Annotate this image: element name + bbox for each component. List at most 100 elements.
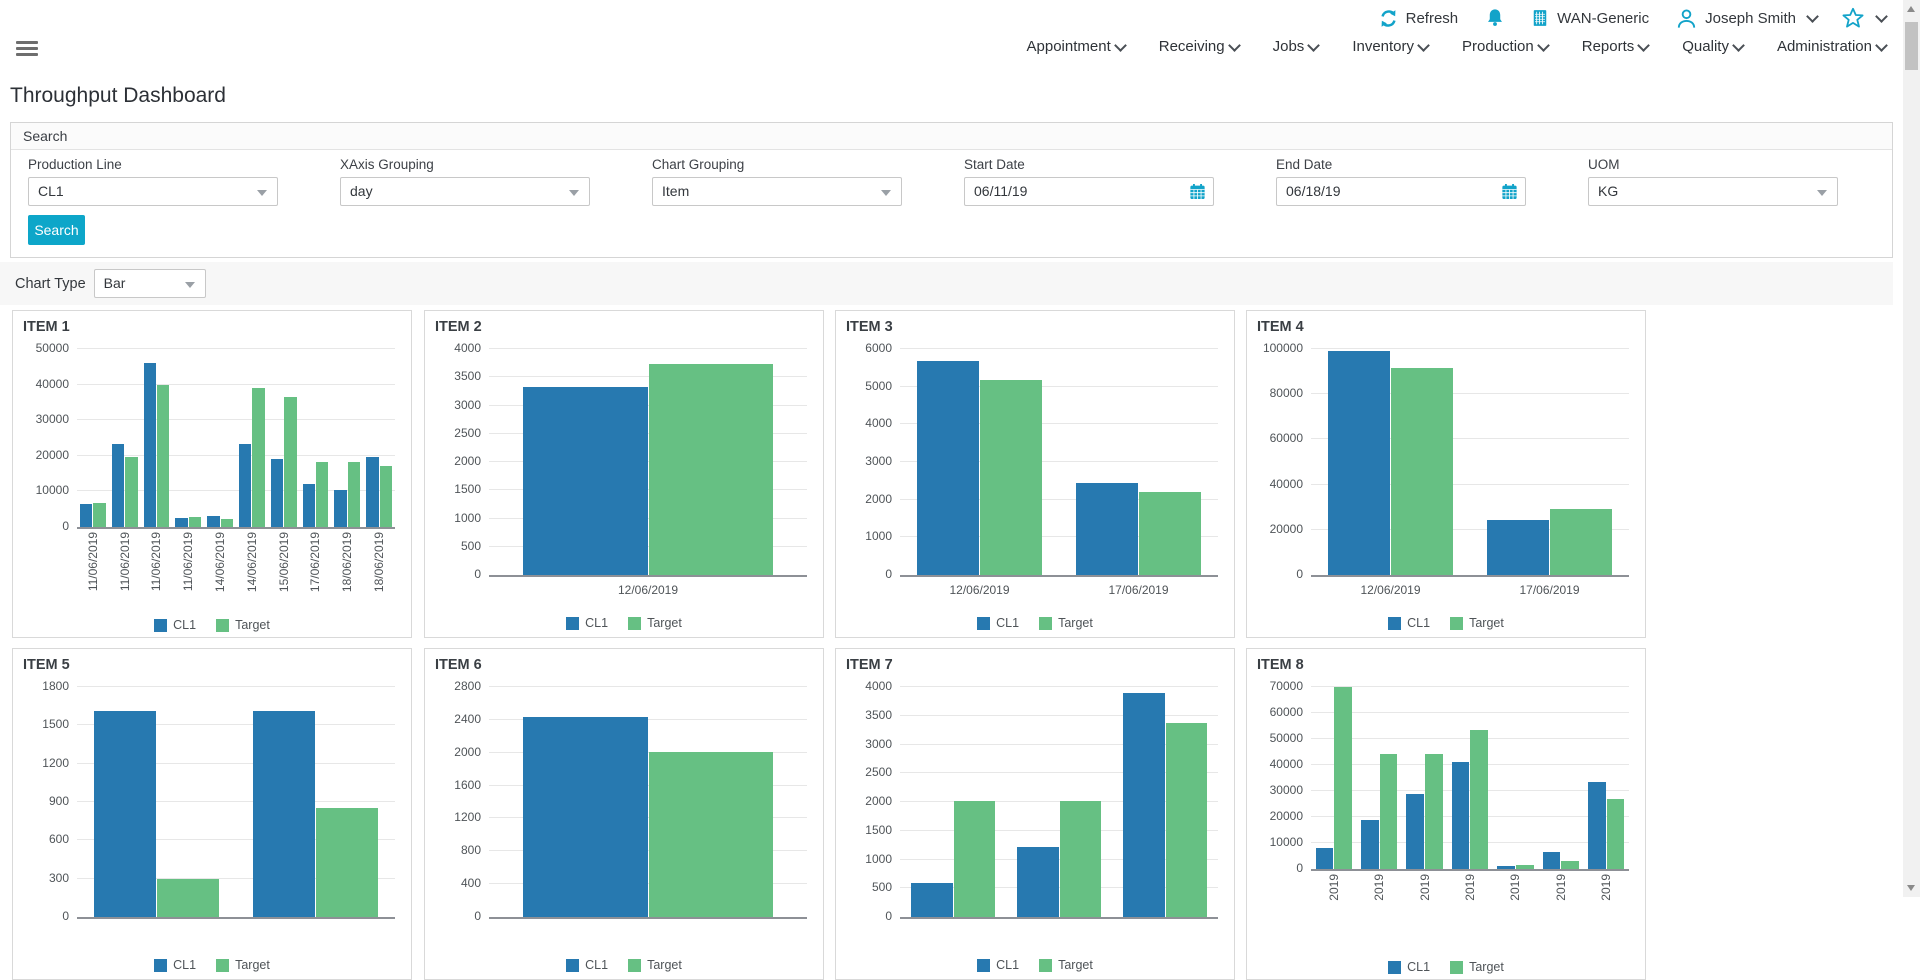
tenant-selector[interactable]: WAN-Generic [1530,8,1649,28]
bar-cl1[interactable] [1017,846,1059,917]
nav-jobs[interactable]: Jobs [1273,38,1321,55]
notifications-button[interactable] [1484,7,1506,29]
legend-item-cl1[interactable]: CL1 [154,618,196,632]
end-date-input[interactable]: 06/18/19 [1276,177,1526,206]
bar-target[interactable] [1139,492,1201,575]
bar-cl1[interactable] [238,443,252,527]
nav-appointment[interactable]: Appointment [1027,38,1127,55]
bar-target[interactable] [953,800,995,917]
bar-target[interactable] [1379,753,1398,869]
legend-item-cl1[interactable]: CL1 [977,616,1019,630]
bar-cl1[interactable] [1123,693,1165,917]
scrollbar-thumb[interactable] [1905,22,1918,70]
bar-cl1[interactable] [207,515,220,527]
calendar-icon[interactable] [1500,182,1519,201]
bar-target[interactable] [188,516,202,527]
legend-item-target[interactable]: Target [628,616,682,630]
bar-target[interactable] [284,396,297,527]
legend-item-target[interactable]: Target [1450,616,1504,630]
legend-item-target[interactable]: Target [1039,958,1093,972]
nav-receiving[interactable]: Receiving [1159,38,1241,55]
bar-target[interactable] [1561,861,1580,869]
bar-target[interactable] [1606,798,1625,869]
bar-cl1[interactable] [366,456,379,527]
production-line-select[interactable]: CL1 [28,177,278,206]
bar-cl1[interactable] [1360,819,1379,869]
user-menu[interactable]: Joseph Smith [1675,7,1819,30]
search-button[interactable]: Search [28,215,85,245]
scroll-up-arrow-icon[interactable] [1907,6,1915,12]
legend-item-cl1[interactable]: CL1 [1388,960,1430,974]
start-date-input[interactable]: 06/11/19 [964,177,1214,206]
legend-item-target[interactable]: Target [1450,960,1504,974]
bar-target[interactable] [1391,368,1453,575]
chart-grouping-select[interactable]: Item [652,177,902,206]
legend-item-target[interactable]: Target [216,958,270,972]
bar-target[interactable] [316,808,378,917]
bar-cl1[interactable] [1406,793,1425,869]
calendar-icon[interactable] [1188,182,1207,201]
bar-cl1[interactable] [80,503,93,527]
bar-cl1[interactable] [523,386,648,575]
nav-quality[interactable]: Quality [1682,38,1745,55]
bar-cl1[interactable] [1487,519,1549,575]
legend-item-cl1[interactable]: CL1 [977,958,1019,972]
bar-target[interactable] [648,364,773,575]
bar-target[interactable] [648,751,773,917]
bar-cl1[interactable] [917,361,979,575]
bar-target[interactable] [1425,753,1443,869]
bar-target[interactable] [1515,864,1534,869]
bar-target[interactable] [315,461,329,527]
scroll-down-arrow-icon[interactable] [1907,885,1915,891]
nav-reports[interactable]: Reports [1582,38,1651,55]
bar-target[interactable] [156,385,170,527]
bar-target[interactable] [379,466,392,527]
nav-inventory[interactable]: Inventory [1352,38,1430,55]
bar-cl1[interactable] [334,490,347,527]
legend-item-cl1[interactable]: CL1 [566,958,608,972]
legend-item-target[interactable]: Target [216,618,270,632]
vertical-scrollbar[interactable] [1903,0,1920,897]
bar-target[interactable] [1165,722,1207,917]
bar-target[interactable] [252,387,265,527]
bar-cl1[interactable] [94,711,156,917]
bar-cl1[interactable] [111,444,125,527]
bar-target[interactable] [157,878,219,917]
bar-cl1[interactable] [1328,351,1390,575]
bar-cl1[interactable] [1588,782,1606,869]
legend-item-target[interactable]: Target [628,958,682,972]
bar-target[interactable] [1334,687,1352,869]
legend-item-cl1[interactable]: CL1 [154,958,196,972]
xaxis-grouping-select[interactable]: day [340,177,590,206]
bar-target[interactable] [1059,800,1101,917]
legend-item-target[interactable]: Target [1039,616,1093,630]
bar-cl1[interactable] [302,483,315,527]
bar-cl1[interactable] [1076,483,1138,575]
favorites-menu[interactable] [1841,6,1888,30]
bar-cl1[interactable] [270,459,284,527]
bar-cl1[interactable] [1315,848,1334,869]
bar-cl1[interactable] [175,517,188,527]
chart-type-select[interactable]: Bar [93,269,206,298]
bar-cl1[interactable] [1542,852,1561,869]
bar-cl1[interactable] [523,717,648,917]
bar-target[interactable] [125,456,138,527]
bar-cl1[interactable] [911,882,953,917]
uom-select[interactable]: KG [1588,177,1838,206]
menu-toggle-icon[interactable] [16,41,38,57]
legend-item-cl1[interactable]: CL1 [566,616,608,630]
bar-target[interactable] [347,461,361,527]
refresh-button[interactable]: Refresh [1378,8,1458,29]
bar-cl1[interactable] [1497,865,1515,869]
bar-target[interactable] [980,379,1042,575]
bar-cl1[interactable] [253,711,315,917]
legend-item-cl1[interactable]: CL1 [1388,616,1430,630]
nav-administration[interactable]: Administration [1777,38,1888,55]
bar-cl1[interactable] [1451,761,1470,869]
bar-target[interactable] [93,502,106,527]
bar-target[interactable] [1470,730,1489,869]
bar-cl1[interactable] [143,362,156,527]
bar-target[interactable] [220,519,233,527]
bar-target[interactable] [1550,509,1612,575]
nav-production[interactable]: Production [1462,38,1550,55]
